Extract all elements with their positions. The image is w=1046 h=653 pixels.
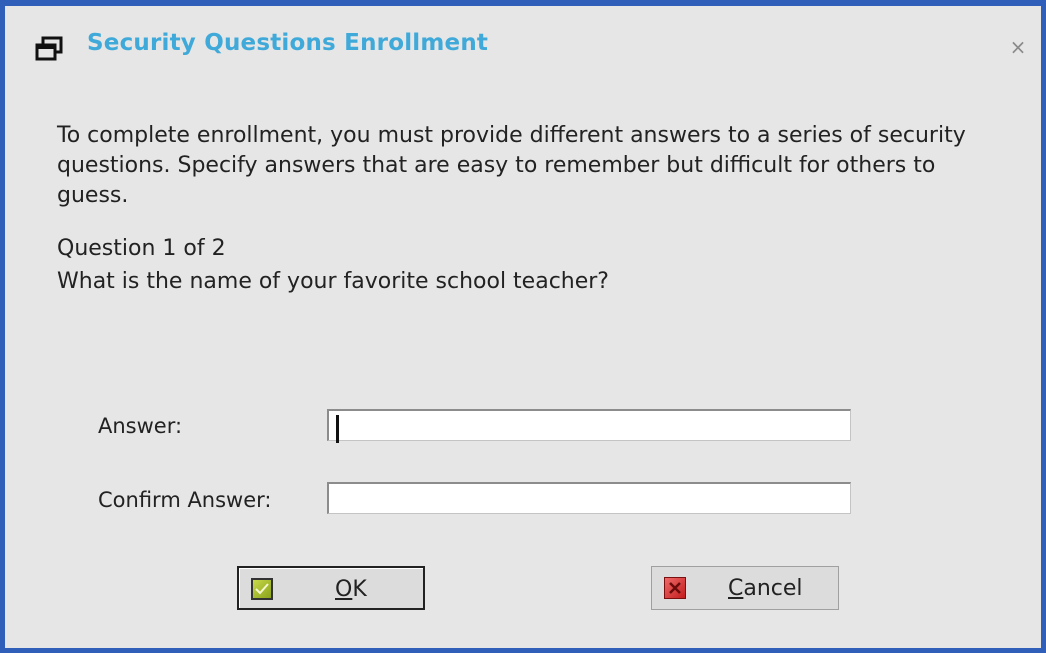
title-bar: Security Questions Enrollment × xyxy=(5,6,1041,76)
cancel-button[interactable]: Cancel xyxy=(651,566,839,610)
confirm-answer-label: Confirm Answer: xyxy=(98,488,272,512)
cancel-label: Cancel xyxy=(728,576,803,601)
question-text: What is the name of your favorite school… xyxy=(57,269,609,294)
check-icon xyxy=(251,578,273,600)
dialog-title: Security Questions Enrollment xyxy=(87,30,489,56)
question-counter: Question 1 of 2 xyxy=(57,236,226,261)
answer-label: Answer: xyxy=(98,414,183,438)
close-icon[interactable]: × xyxy=(1007,36,1029,58)
x-icon xyxy=(664,577,686,599)
instructions-text: To complete enrollment, you must provide… xyxy=(57,123,966,208)
answer-input[interactable] xyxy=(327,409,851,441)
restore-window-icon xyxy=(35,36,63,61)
dialog-window: Security Questions Enrollment × To compl… xyxy=(0,0,1046,653)
confirm-answer-input[interactable] xyxy=(327,482,851,514)
ok-label: OK xyxy=(335,577,367,602)
ok-button[interactable]: OK xyxy=(237,566,425,610)
text-caret xyxy=(336,415,339,443)
